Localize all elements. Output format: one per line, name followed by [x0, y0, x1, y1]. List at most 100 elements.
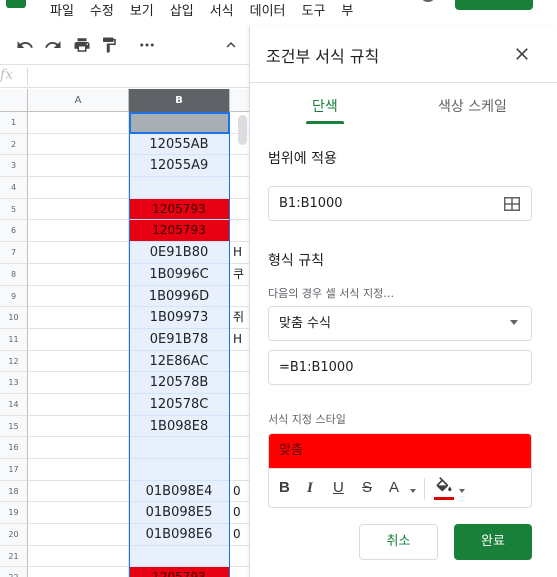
row-number[interactable]: 15 [0, 415, 28, 438]
cell-b[interactable] [129, 437, 230, 459]
cell-c[interactable] [230, 459, 249, 481]
tab-single-color[interactable]: 단색 [312, 96, 338, 116]
row-number[interactable]: 10 [0, 307, 28, 329]
cell-b-highlighted[interactable]: 1205793 [129, 220, 230, 243]
close-icon[interactable] [512, 44, 532, 64]
text-color-caret-icon[interactable] [410, 489, 416, 493]
collapse-icon[interactable] [220, 34, 242, 56]
cell-a[interactable] [28, 155, 129, 178]
row-number[interactable]: 9 [0, 285, 28, 308]
cell-c[interactable]: H [230, 242, 249, 264]
menu-format[interactable]: 서식 [210, 2, 234, 22]
italic-icon[interactable]: I [307, 477, 313, 499]
cell-a[interactable] [28, 177, 129, 199]
undo-icon[interactable] [14, 34, 36, 56]
row-number[interactable]: 7 [0, 242, 28, 264]
row-number[interactable]: 22 [0, 567, 28, 577]
cell-c[interactable] [230, 220, 249, 243]
cell-b[interactable]: 1B09973 [129, 307, 230, 329]
condition-dropdown[interactable]: 맞춤 수식 [268, 306, 532, 341]
cell-a[interactable] [28, 502, 129, 525]
cell-a[interactable] [28, 242, 129, 264]
row-number[interactable]: 6 [0, 220, 28, 243]
cell-b[interactable]: 01B098E6 [129, 524, 230, 546]
cell-b[interactable]: 1B0996C [129, 263, 230, 286]
cell-c[interactable]: 0 [230, 481, 249, 503]
cell-c[interactable] [230, 416, 249, 438]
cell-b[interactable]: 12E86AC [129, 350, 230, 373]
row-number[interactable]: 11 [0, 328, 28, 351]
menu-addons[interactable]: 부 [341, 2, 353, 22]
cell-c[interactable] [230, 155, 249, 178]
fill-color-icon[interactable] [434, 477, 454, 499]
share-button[interactable] [455, 0, 533, 10]
cell-b[interactable]: 120578C [129, 393, 230, 416]
cell-b[interactable]: 1B098E8 [129, 415, 230, 438]
formula-bar[interactable]: fx [0, 64, 249, 88]
cell-c[interactable] [230, 199, 249, 221]
cell-b[interactable]: 01B098E5 [129, 502, 230, 525]
cell-c[interactable] [230, 372, 249, 394]
cell-c[interactable] [230, 286, 249, 308]
cell-a[interactable] [28, 524, 129, 546]
column-header-a[interactable]: A [28, 89, 129, 112]
cell-a[interactable] [28, 480, 129, 503]
cell-a[interactable] [28, 545, 129, 568]
row-number[interactable]: 20 [0, 524, 28, 546]
style-preview[interactable]: 맞춤 [269, 434, 531, 468]
cell-c[interactable] [230, 546, 249, 568]
cell-b[interactable]: 1B0996D [129, 285, 230, 308]
menu-edit[interactable]: 수정 [90, 2, 114, 22]
cell-b[interactable] [129, 459, 230, 481]
cell-a[interactable] [28, 350, 129, 373]
menu-view[interactable]: 보기 [130, 2, 154, 22]
menu-data[interactable]: 데이터 [250, 2, 286, 22]
done-button[interactable]: 완료 [454, 524, 532, 560]
cell-a[interactable] [28, 567, 129, 577]
cell-a[interactable] [28, 437, 129, 459]
sheets-logo-icon[interactable] [6, 0, 26, 8]
cell-a[interactable] [28, 285, 129, 308]
cell-b[interactable] [129, 545, 230, 568]
cell-c[interactable] [230, 437, 249, 459]
cell-b-highlighted[interactable]: 1205793 [129, 567, 230, 577]
menu-tools[interactable]: 도구 [302, 2, 326, 22]
row-number[interactable]: 18 [0, 480, 28, 503]
paint-format-icon[interactable] [98, 34, 120, 56]
select-range-icon[interactable] [504, 196, 520, 211]
cell-a[interactable] [28, 263, 129, 286]
cell-a[interactable] [28, 459, 129, 481]
tab-color-scale[interactable]: 색상 스케일 [438, 96, 507, 116]
more-icon[interactable] [136, 34, 158, 56]
cell-a[interactable] [28, 112, 129, 134]
row-number[interactable]: 2 [0, 133, 28, 156]
cell-a[interactable] [28, 220, 129, 243]
row-number[interactable]: 4 [0, 177, 28, 199]
dropdown-caret-icon[interactable] [510, 320, 518, 325]
redo-icon[interactable] [42, 34, 64, 56]
cell-c[interactable] [230, 177, 249, 199]
row-number[interactable]: 16 [0, 437, 28, 459]
row-number[interactable]: 13 [0, 372, 28, 394]
column-header-b[interactable]: B [129, 89, 230, 112]
cell-a[interactable] [28, 372, 129, 394]
row-number[interactable]: 5 [0, 198, 28, 221]
menu-file[interactable]: 파일 [50, 2, 74, 22]
bold-icon[interactable]: B [279, 477, 290, 499]
formula-input[interactable]: =B1:B1000 [268, 350, 532, 385]
cell-a[interactable] [28, 307, 129, 329]
cell-b[interactable] [129, 177, 230, 199]
cell-b[interactable]: 12055A9 [129, 155, 230, 178]
print-icon[interactable] [71, 34, 93, 56]
cancel-button[interactable]: 취소 [359, 524, 438, 560]
row-number[interactable]: 1 [0, 112, 28, 134]
cell-a[interactable] [28, 133, 129, 156]
text-color-icon[interactable]: A [389, 477, 399, 499]
cell-a[interactable] [28, 328, 129, 351]
cell-b[interactable]: 0E91B80 [129, 242, 230, 264]
cell-a[interactable] [28, 393, 129, 416]
menu-insert[interactable]: 삽입 [170, 2, 194, 22]
vertical-scrollbar[interactable] [238, 115, 247, 145]
row-number[interactable]: 8 [0, 263, 28, 286]
underline-icon[interactable]: U [333, 477, 344, 499]
